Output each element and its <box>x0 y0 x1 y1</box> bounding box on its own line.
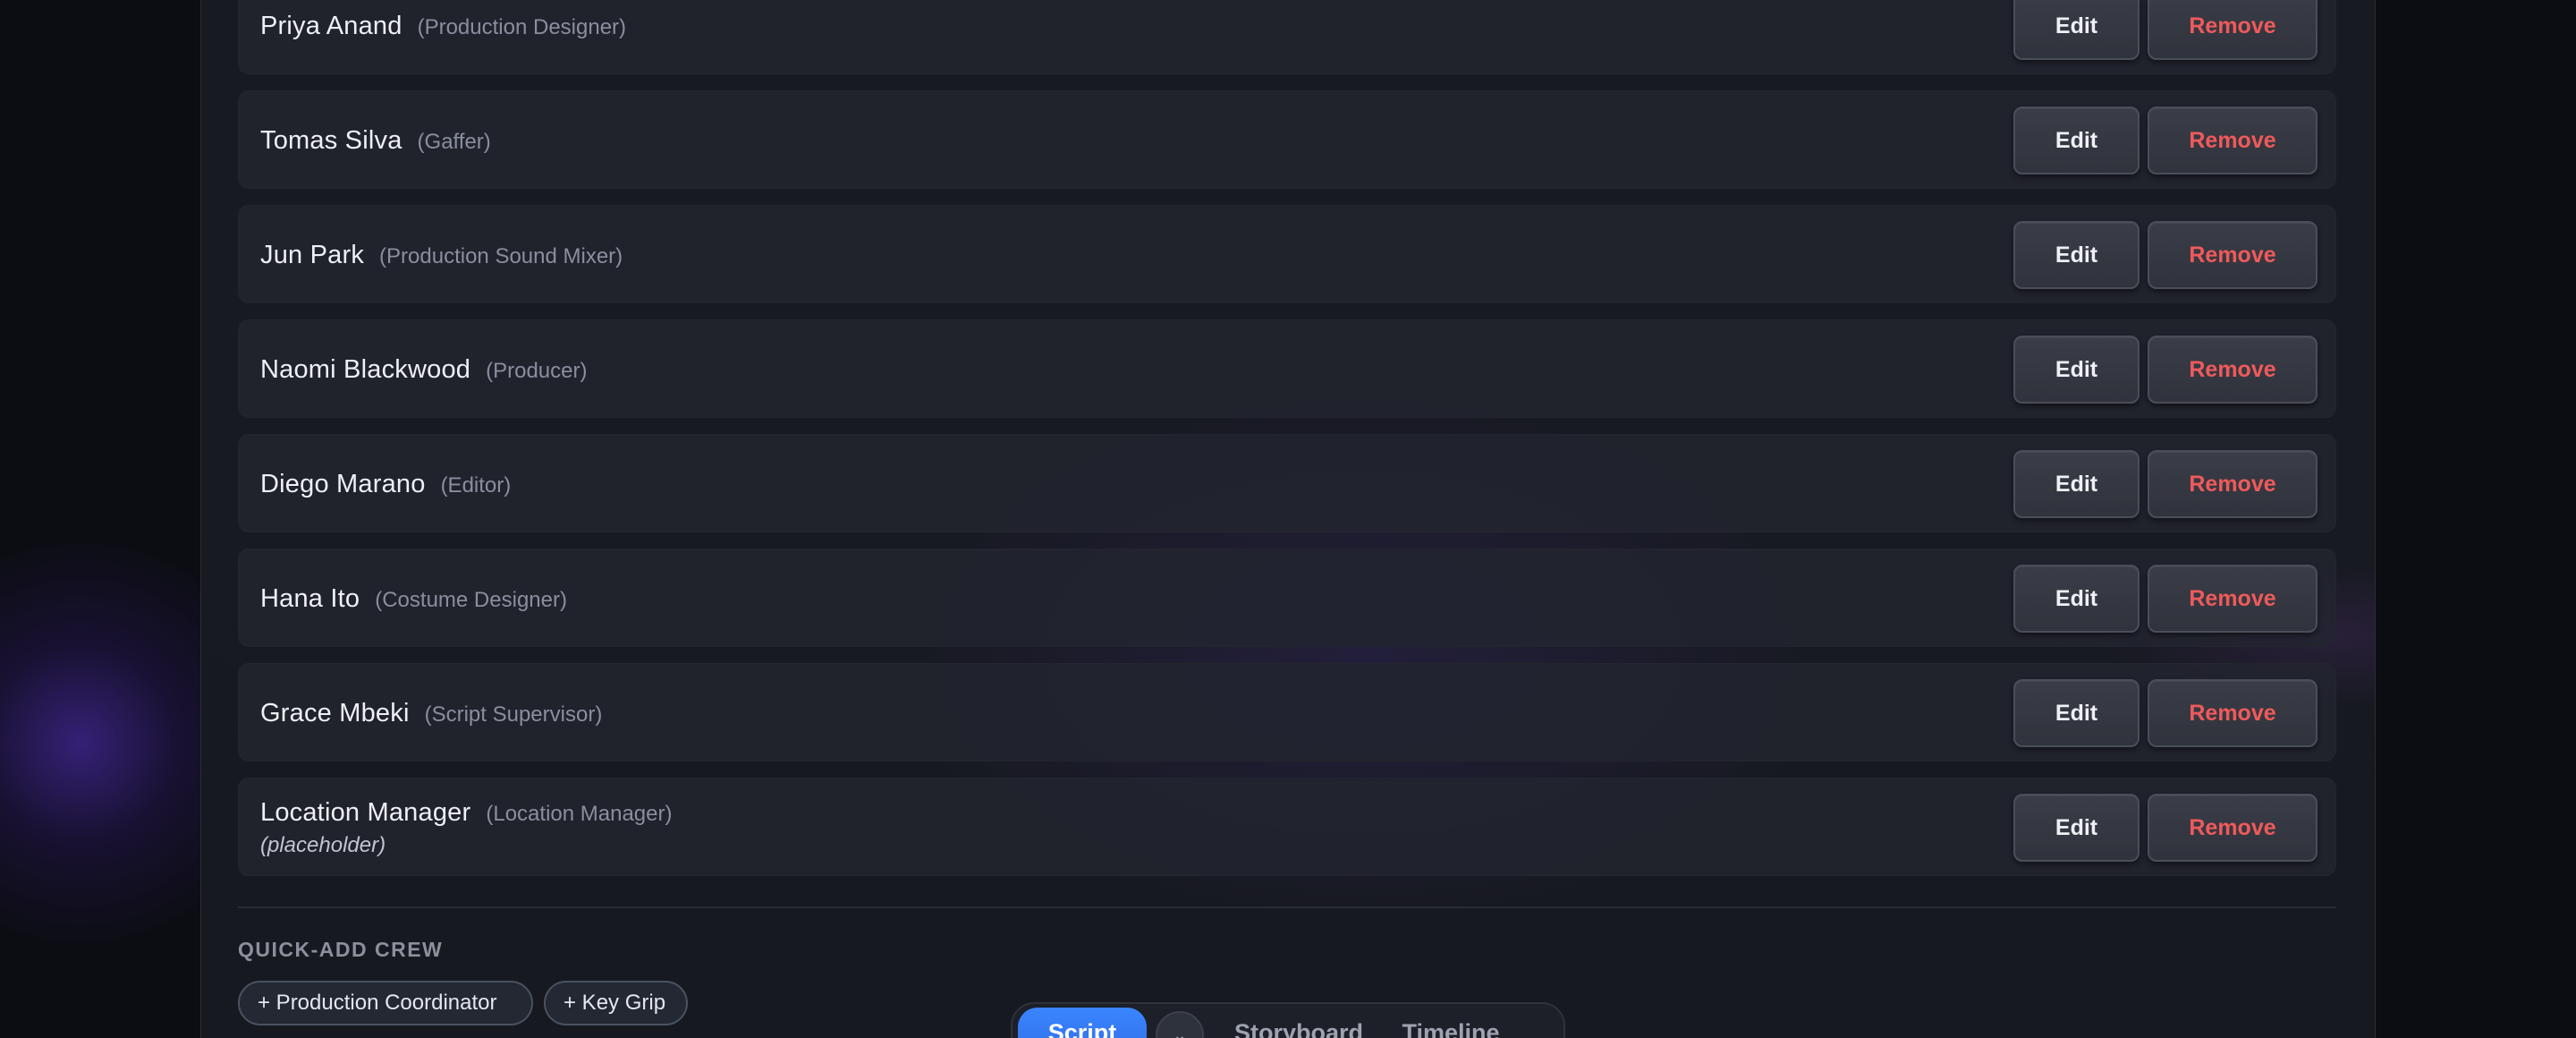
edit-button[interactable]: Edit <box>2013 336 2140 404</box>
crew-name: Grace Mbeki <box>260 698 410 727</box>
app-background: Priya Anand (Production Designer) Edit R… <box>0 0 2576 1038</box>
crew-row: Diego Marano (Editor) Edit Remove <box>238 434 2336 532</box>
crew-row: Naomi Blackwood (Producer) Edit Remove <box>238 319 2336 418</box>
crew-line: Location Manager (Location Manager) <box>260 798 672 828</box>
crew-name: Tomas Silva <box>260 125 402 155</box>
crew-role: (Editor) <box>440 472 512 498</box>
crew-info: Hana Ito (Costume Designer) <box>260 549 567 648</box>
crew-role: (Production Sound Mixer) <box>379 243 623 268</box>
crew-name: Hana Ito <box>260 583 360 613</box>
crew-info: Diego Marano (Editor) <box>260 435 511 533</box>
remove-button[interactable]: Remove <box>2148 106 2318 174</box>
crew-line: Diego Marano (Editor) <box>260 470 511 499</box>
remove-button[interactable]: Remove <box>2148 0 2318 60</box>
remove-button[interactable]: Remove <box>2148 794 2318 862</box>
remove-button[interactable]: Remove <box>2148 450 2318 518</box>
crew-name: Priya Anand <box>260 11 402 40</box>
crew-role: (Costume Designer) <box>375 587 567 612</box>
remove-button[interactable]: Remove <box>2148 565 2318 633</box>
crew-info: Naomi Blackwood (Producer) <box>260 320 587 419</box>
crew-line: Priya Anand (Production Designer) <box>260 12 626 41</box>
remove-button[interactable]: Remove <box>2148 679 2318 747</box>
crew-row: Hana Ito (Costume Designer) Edit Remove <box>238 549 2336 647</box>
quick-add-chip-production-coordinator[interactable]: + Production Coordinator <box>238 981 533 1025</box>
crew-role: (Location Manager) <box>486 801 673 826</box>
edit-button[interactable]: Edit <box>2013 221 2140 289</box>
tab-storyboard[interactable]: Storyboard <box>1218 1008 1379 1038</box>
remove-button[interactable]: Remove <box>2148 336 2318 404</box>
crew-role: (Script Supervisor) <box>424 702 603 727</box>
edit-button[interactable]: Edit <box>2013 794 2140 862</box>
crew-row: Grace Mbeki (Script Supervisor) Edit Rem… <box>238 663 2336 761</box>
crew-role: (Production Designer) <box>417 14 627 39</box>
crew-name: Location Manager <box>260 797 471 827</box>
edit-button[interactable]: Edit <box>2013 565 2140 633</box>
crew-info: Tomas Silva (Gaffer) <box>260 91 491 190</box>
crew-row: Tomas Silva (Gaffer) Edit Remove <box>238 90 2336 189</box>
crew-row: Location Manager (Location Manager) (pla… <box>238 778 2336 876</box>
crew-name: Naomi Blackwood <box>260 354 471 384</box>
quick-add-chip-key-grip[interactable]: + Key Grip <box>544 981 688 1025</box>
edit-button[interactable]: Edit <box>2013 106 2140 174</box>
section-divider <box>238 906 2336 908</box>
chevron-down-icon[interactable]: ⌄ <box>1156 1011 1204 1038</box>
crew-line: Grace Mbeki (Script Supervisor) <box>260 699 602 728</box>
crew-role: (Producer) <box>486 358 588 383</box>
crew-role: (Gaffer) <box>417 129 491 154</box>
crew-name: Diego Marano <box>260 469 426 498</box>
edit-button[interactable]: Edit <box>2013 0 2140 60</box>
crew-info: Jun Park (Production Sound Mixer) <box>260 206 623 304</box>
crew-row: Jun Park (Production Sound Mixer) Edit R… <box>238 205 2336 303</box>
edit-button[interactable]: Edit <box>2013 679 2140 747</box>
quick-add-title: QUICK-ADD CREW <box>238 938 444 961</box>
crew-note: (placeholder) <box>260 832 386 857</box>
crew-line: Hana Ito (Costume Designer) <box>260 584 567 614</box>
crew-line: Jun Park (Production Sound Mixer) <box>260 241 623 270</box>
crew-info: Location Manager (Location Manager) (pla… <box>260 778 672 877</box>
crew-info: Grace Mbeki (Script Supervisor) <box>260 664 602 762</box>
crew-line: Tomas Silva (Gaffer) <box>260 126 491 156</box>
crew-info: Priya Anand (Production Designer) <box>260 0 626 75</box>
crew-row: Priya Anand (Production Designer) Edit R… <box>238 0 2336 74</box>
edit-button[interactable]: Edit <box>2013 450 2140 518</box>
remove-button[interactable]: Remove <box>2148 221 2318 289</box>
view-tab-bar: Script ⌄ Storyboard Timeline <box>1011 1002 1565 1038</box>
crew-line: Naomi Blackwood (Producer) <box>260 355 587 385</box>
tab-timeline[interactable]: Timeline <box>1388 1008 1513 1038</box>
tab-script[interactable]: Script <box>1018 1008 1147 1038</box>
crew-name: Jun Park <box>260 240 365 269</box>
